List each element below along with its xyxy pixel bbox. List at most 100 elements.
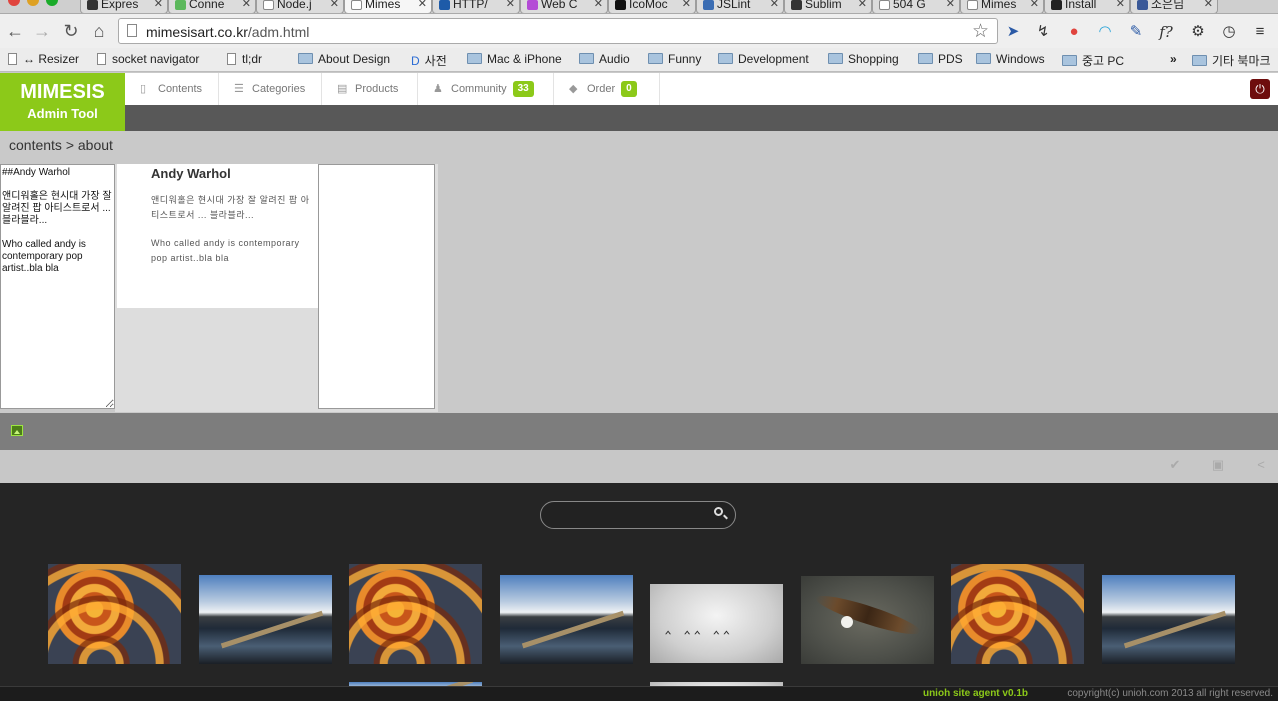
- gallery-thumbnail[interactable]: [500, 575, 633, 664]
- browser-tab[interactable]: 504 G ✕: [872, 0, 960, 13]
- breadcrumb: contents > about: [9, 137, 113, 153]
- bookmark-folder[interactable]: 중고 PC: [1062, 52, 1124, 69]
- browser-menu-icon[interactable]: ≡: [1250, 22, 1270, 42]
- action-bar: [0, 450, 1278, 483]
- bookmark-folder[interactable]: Mac & iPhone: [467, 52, 562, 66]
- gallery-search-input[interactable]: [540, 501, 736, 529]
- bookmark-label: Mac & iPhone: [487, 52, 562, 66]
- tab-label: Install: [1065, 0, 1097, 11]
- gallery-thumbnail[interactable]: [1102, 575, 1235, 664]
- folder-icon: [918, 53, 933, 64]
- bookmark-item[interactable]: D 사전: [411, 52, 447, 69]
- menu-order[interactable]: ◆ Order 0: [554, 73, 660, 105]
- zoom-window-icon[interactable]: [46, 0, 58, 6]
- tab-favicon-icon: [439, 0, 450, 10]
- share-icon[interactable]: <: [1254, 458, 1268, 472]
- camera-icon[interactable]: ▣: [1211, 458, 1225, 472]
- tab-label: Mimes: [981, 0, 1017, 11]
- close-tab-icon[interactable]: ✕: [858, 0, 867, 10]
- close-tab-icon[interactable]: ✕: [594, 0, 603, 10]
- close-tab-icon[interactable]: ✕: [1030, 0, 1039, 10]
- reload-icon[interactable]: ↻: [60, 20, 82, 42]
- secondary-textarea[interactable]: [318, 164, 435, 409]
- gallery-thumbnail[interactable]: [199, 575, 332, 664]
- forward-arrow-icon[interactable]: →: [31, 20, 53, 42]
- menu-products[interactable]: ▤ Products: [322, 73, 418, 105]
- browser-tab[interactable]: 소은님 ✕: [1130, 0, 1218, 13]
- browser-tab[interactable]: JSLint ✕: [696, 0, 784, 13]
- bookmark-item[interactable]: tl;dr: [227, 52, 262, 66]
- menu-community[interactable]: ♟ Community 33: [418, 73, 554, 105]
- extension-bird-icon[interactable]: ➤: [1003, 22, 1023, 42]
- close-tab-icon[interactable]: ✕: [154, 0, 163, 10]
- logo-title: MIMESIS: [20, 81, 105, 103]
- extension-gear-icon[interactable]: ⚙: [1188, 22, 1208, 42]
- gallery-thumbnail[interactable]: [650, 584, 783, 663]
- bookmark-item[interactable]: ↔ Resizer: [8, 52, 79, 66]
- bookmark-folder[interactable]: About Design: [298, 52, 390, 66]
- browser-tab[interactable]: Expres ✕: [80, 0, 168, 13]
- browser-tab[interactable]: Install ✕: [1044, 0, 1130, 13]
- folder-icon: [467, 53, 482, 64]
- logout-power-button[interactable]: ⏻: [1250, 79, 1270, 99]
- tab-favicon-icon: [703, 0, 714, 10]
- bookmark-folder[interactable]: 기타 북마크: [1192, 52, 1271, 69]
- extension-red-circle-icon[interactable]: ●: [1064, 22, 1084, 42]
- markdown-editor-textarea[interactable]: ##Andy Warhol 앤디워홀은 현시대 가장 잘 알려진 팝 아티스트로…: [0, 164, 115, 409]
- browser-tab-active[interactable]: Mimes ✕: [344, 0, 432, 13]
- bookmark-folder[interactable]: Development: [718, 52, 809, 66]
- close-tab-icon[interactable]: ✕: [946, 0, 955, 10]
- bookmark-folder[interactable]: Audio: [579, 52, 630, 66]
- back-arrow-icon[interactable]: ←: [4, 20, 26, 42]
- check-icon[interactable]: ✔: [1168, 458, 1182, 472]
- bookmark-folder[interactable]: Funny: [648, 52, 701, 66]
- tab-favicon-icon: [615, 0, 626, 10]
- gallery-thumbnail[interactable]: [349, 564, 482, 664]
- bookmark-folder[interactable]: PDS: [918, 52, 963, 66]
- bookmark-folder[interactable]: Shopping: [828, 52, 899, 66]
- browser-tab[interactable]: Web C ✕: [520, 0, 608, 13]
- folder-icon: [1062, 55, 1077, 66]
- close-tab-icon[interactable]: ✕: [330, 0, 339, 10]
- bookmark-folder[interactable]: Windows: [976, 52, 1045, 66]
- home-icon[interactable]: ⌂: [88, 20, 110, 42]
- logo-subtitle: Admin Tool: [27, 106, 98, 121]
- close-tab-icon[interactable]: ✕: [770, 0, 779, 10]
- close-tab-icon[interactable]: ✕: [1116, 0, 1125, 10]
- minimize-window-icon[interactable]: [27, 0, 39, 6]
- admin-logo[interactable]: MIMESIS Admin Tool: [0, 73, 125, 131]
- close-tab-icon[interactable]: ✕: [418, 0, 427, 10]
- gallery-thumbnail[interactable]: [801, 576, 934, 664]
- extension-wifi-icon[interactable]: ◠: [1095, 22, 1115, 42]
- gallery-thumbnail[interactable]: [48, 564, 181, 664]
- close-tab-icon[interactable]: ✕: [682, 0, 691, 10]
- address-bar[interactable]: mimesisart.co.kr/adm.html ☆: [118, 18, 998, 44]
- address-url[interactable]: mimesisart.co.kr/adm.html: [146, 24, 309, 40]
- browser-tab[interactable]: Node.j ✕: [256, 0, 344, 13]
- menu-categories[interactable]: ☰ Categories: [219, 73, 322, 105]
- extension-dropper-icon[interactable]: ✎: [1126, 22, 1146, 42]
- tab-label: Mimes: [365, 0, 401, 11]
- bookmark-item[interactable]: socket navigator: [97, 52, 199, 66]
- search-icon[interactable]: [714, 507, 723, 516]
- browser-tab[interactable]: Sublim ✕: [784, 0, 872, 13]
- menu-contents[interactable]: ▯ Contents: [125, 73, 219, 105]
- browser-tab-strip: Expres ✕ Conne ✕ Node.j ✕ Mimes ✕ HTTP/ ✕ Web…: [0, 0, 1278, 14]
- extension-font-icon[interactable]: f?: [1156, 22, 1176, 42]
- close-tab-icon[interactable]: ✕: [1204, 0, 1213, 10]
- bookmark-star-icon[interactable]: ☆: [972, 20, 989, 43]
- browser-tab[interactable]: Conne ✕: [168, 0, 256, 13]
- extension-timer-icon[interactable]: ◷: [1219, 22, 1239, 42]
- preview-title: Andy Warhol: [151, 166, 231, 181]
- insert-image-icon[interactable]: [11, 425, 23, 436]
- browser-tab[interactable]: IcoMoc ✕: [608, 0, 696, 13]
- browser-tab[interactable]: Mimes ✕: [960, 0, 1044, 13]
- gallery-thumbnail[interactable]: [951, 564, 1084, 664]
- document-icon: ▯: [140, 83, 147, 95]
- browser-tab[interactable]: HTTP/ ✕: [432, 0, 520, 13]
- close-tab-icon[interactable]: ✕: [242, 0, 251, 10]
- more-bookmarks-chevron[interactable]: »: [1170, 52, 1177, 66]
- extension-leaf-icon[interactable]: ↯: [1033, 22, 1053, 42]
- close-window-icon[interactable]: [8, 0, 20, 6]
- close-tab-icon[interactable]: ✕: [506, 0, 515, 10]
